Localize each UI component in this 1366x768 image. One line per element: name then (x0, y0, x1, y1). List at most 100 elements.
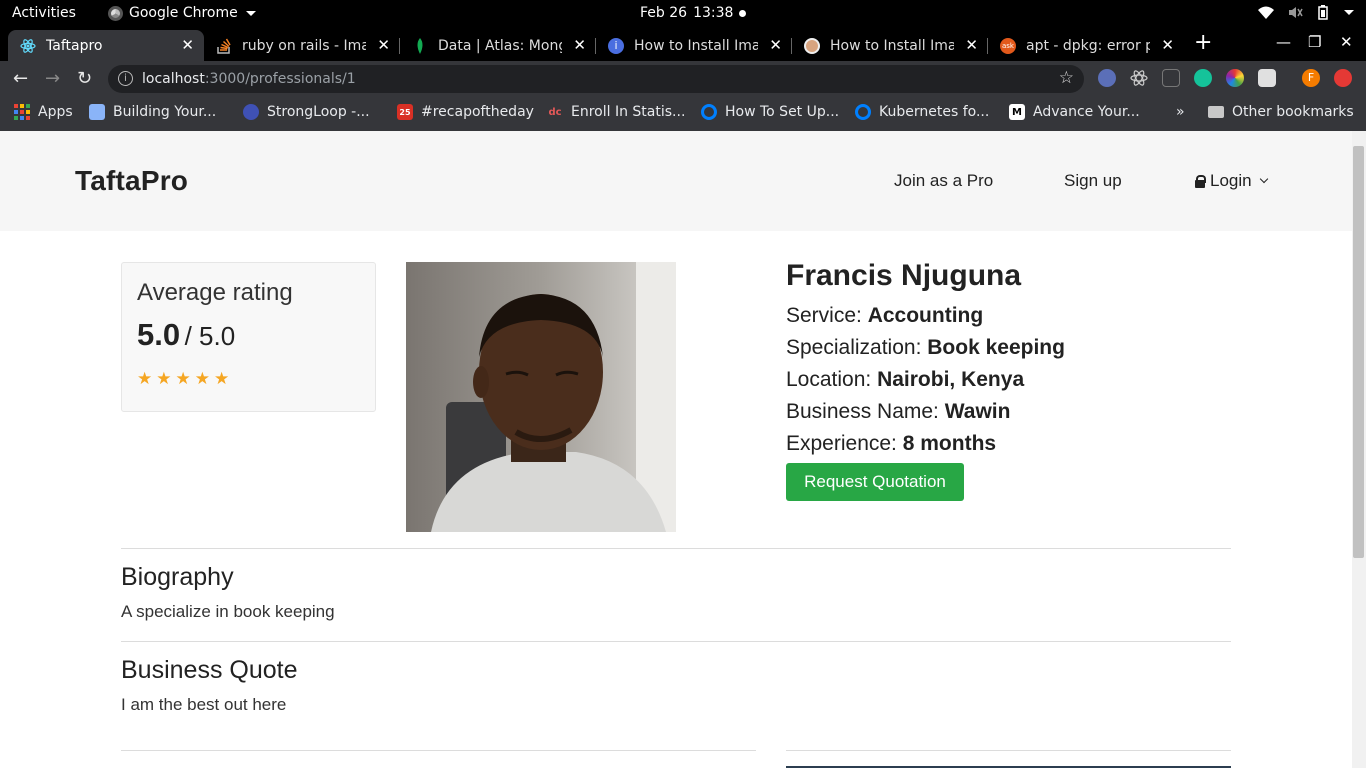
digitalocean-icon (855, 104, 871, 120)
chevron-down-icon (1259, 174, 1268, 184)
close-tab-icon[interactable]: ✕ (181, 36, 194, 54)
bookmark-star-icon[interactable]: ☆ (1059, 68, 1074, 88)
login-label: Login (1210, 171, 1252, 190)
system-top-bar: Activities Google Chrome Feb 26 13:38 (0, 0, 1366, 27)
site-navbar: TaftaPro Join as a Pro Sign up Login (0, 131, 1352, 231)
tab-mongodb-atlas[interactable]: Data | Atlas: MongoDB ✕ (400, 30, 596, 61)
mongodb-leaf-icon (412, 37, 428, 54)
close-tab-icon[interactable]: ✕ (965, 36, 978, 54)
close-tab-icon[interactable]: ✕ (769, 36, 782, 54)
reload-icon[interactable]: ↻ (77, 68, 92, 89)
bookmark-other[interactable]: Other bookmarks (1208, 104, 1354, 120)
app-menu[interactable]: Google Chrome (108, 5, 256, 21)
brand-logo[interactable]: TaftaPro (75, 165, 188, 197)
site-info-icon[interactable]: i (118, 71, 133, 86)
bookmark-kubernetes[interactable]: Kubernetes fo... (855, 104, 989, 120)
sign-up-link[interactable]: Sign up (1064, 171, 1122, 191)
new-tab-plus-icon[interactable]: + (1194, 30, 1212, 55)
close-tab-icon[interactable]: ✕ (573, 36, 586, 54)
bookmark-how-to-set-up[interactable]: How To Set Up... (701, 104, 839, 120)
join-as-pro-link[interactable]: Join as a Pro (894, 171, 993, 191)
maximize-icon[interactable]: ❐ (1308, 33, 1321, 51)
bookmark-strongloop[interactable]: StrongLoop -... (243, 104, 370, 120)
login-dropdown[interactable]: Login (1195, 171, 1268, 191)
tab-taftapro[interactable]: Taftapro ✕ (8, 30, 204, 61)
divider (121, 750, 756, 751)
tab-title: Taftapro (46, 37, 103, 54)
bookmark-apps[interactable]: Apps (14, 104, 73, 120)
professional-info: Francis Njuguna Service: Accounting Spec… (786, 259, 1065, 461)
rating-value: 5.0 / 5.0 (137, 317, 235, 353)
minimize-icon[interactable]: — (1276, 33, 1291, 51)
bookmark-building-your[interactable]: Building Your... (89, 104, 216, 120)
battery-icon (1318, 5, 1328, 20)
browser-toolbar: ← → ↻ i localhost:3000/professionals/1 ☆… (0, 61, 1366, 97)
bookmarks-bar: Apps Building Your... StrongLoop -... 25… (0, 97, 1366, 131)
tab-strip: Taftapro ✕ ruby on rails - Image ✕ Data … (0, 27, 1366, 61)
tab-title: ruby on rails - Image (242, 37, 366, 54)
scrollbar-thumb[interactable] (1353, 146, 1364, 558)
location-line: Location: Nairobi, Kenya (786, 368, 1025, 391)
tab-title: apt - dpkg: error pr (1026, 37, 1150, 54)
close-window-icon[interactable]: ✕ (1340, 33, 1353, 51)
building-icon (89, 104, 105, 120)
puzzle-extension-icon[interactable] (1258, 69, 1276, 87)
rating-title: Average rating (137, 279, 293, 306)
react-icon (20, 38, 36, 54)
digitalocean-icon (701, 104, 717, 120)
grammarly-icon[interactable] (1194, 69, 1212, 87)
update-arrow-icon[interactable] (1334, 69, 1352, 87)
apps-grid-icon (14, 104, 30, 120)
request-quotation-button[interactable]: Request Quotation (786, 463, 964, 501)
service-line: Service: Accounting (786, 304, 984, 327)
grid-extension-icon[interactable] (1162, 69, 1180, 87)
more-bookmarks-chevron-icon[interactable]: » (1176, 104, 1185, 120)
forward-arrow-icon[interactable]: → (45, 68, 60, 89)
star-icon: ★ (175, 369, 191, 388)
close-tab-icon[interactable]: ✕ (377, 36, 390, 54)
biography-text: A specialize in book keeping (121, 602, 335, 621)
divider (121, 641, 1231, 642)
lock-icon (1195, 175, 1206, 188)
system-menu-caret-icon (1344, 10, 1354, 15)
stackoverflow-icon (216, 38, 232, 54)
profile-avatar-icon[interactable]: F (1302, 69, 1320, 87)
tab-apt-dpkg[interactable]: ask apt - dpkg: error pr ✕ (988, 30, 1184, 61)
datacamp-icon: dc (548, 106, 562, 118)
tab-ruby-on-rails[interactable]: ruby on rails - Image ✕ (204, 30, 400, 61)
divider (786, 750, 1231, 751)
bookmark-recapoftheday[interactable]: 25 #recapoftheday (397, 104, 534, 120)
volume-icon (1289, 7, 1303, 18)
color-picker-icon[interactable] (1226, 69, 1244, 87)
bookmark-advance-your[interactable]: M Advance Your... (1009, 104, 1140, 120)
wifi-icon (1258, 6, 1274, 19)
page-content: TaftaPro Join as a Pro Sign up Login Ave… (0, 131, 1352, 768)
close-tab-icon[interactable]: ✕ (1161, 36, 1174, 54)
folder-icon (1208, 106, 1224, 118)
tab-title: How to Install Image (830, 37, 954, 54)
clock-time: 13:38 (693, 5, 734, 21)
caret-down-icon (245, 10, 256, 16)
calendar-icon: 25 (397, 104, 413, 120)
clock[interactable]: Feb 26 13:38 (640, 5, 747, 21)
strongloop-icon (243, 104, 259, 120)
back-arrow-icon[interactable]: ← (13, 68, 28, 89)
medium-icon: M (1009, 104, 1025, 120)
star-icon: ★ (137, 369, 153, 388)
react-devtools-icon[interactable] (1130, 69, 1148, 87)
app-menu-label: Google Chrome (129, 5, 238, 21)
address-bar[interactable]: i localhost:3000/professionals/1 ☆ (108, 65, 1084, 93)
owl-extension-icon[interactable] (1098, 69, 1116, 87)
tab-install-image-1[interactable]: i How to Install Image ✕ (596, 30, 792, 61)
activities-button[interactable]: Activities (12, 5, 76, 21)
info-icon: i (608, 37, 624, 54)
star-rating: ★ ★ ★ ★ ★ (137, 370, 229, 388)
system-tray[interactable] (1258, 5, 1354, 20)
bookmark-enroll-statistics[interactable]: dc Enroll In Statis... (547, 104, 685, 120)
professional-name: Francis Njuguna (786, 259, 1022, 292)
tab-title: Data | Atlas: MongoDB (438, 37, 562, 54)
tab-install-image-2[interactable]: How to Install Image ✕ (792, 30, 988, 61)
star-icon: ★ (214, 369, 230, 388)
notification-dot-icon (739, 9, 747, 17)
tab-title: How to Install Image (634, 37, 758, 54)
